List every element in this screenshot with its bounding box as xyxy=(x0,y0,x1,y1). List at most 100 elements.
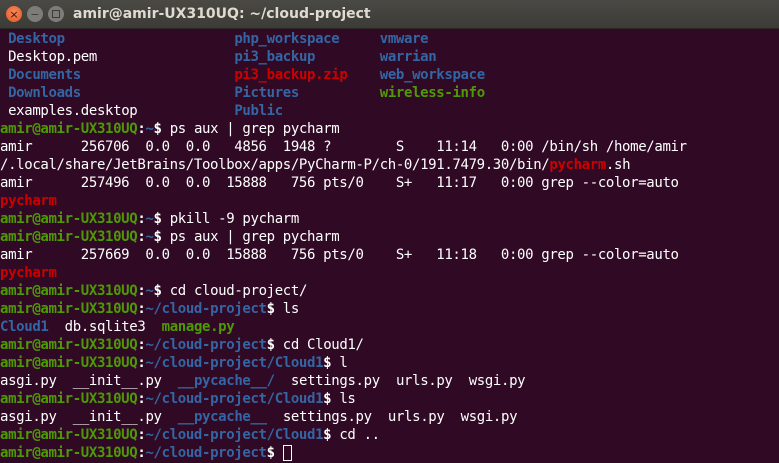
listing-entry: pi3_backup.zip xyxy=(234,67,348,83)
prompt-line: amir@amir-UX310UQ:~/cloud-project$ cd Cl… xyxy=(0,336,779,354)
maximize-icon xyxy=(52,10,60,18)
prompt-line: amir@amir-UX310UQ:~/cloud-project$ ls xyxy=(0,300,779,318)
file-entry: urls.py xyxy=(395,373,453,389)
prompt-line: amir@amir-UX310UQ:~/cloud-project/Cloud1… xyxy=(0,354,779,372)
listing-entry: pi3_backup xyxy=(234,49,316,65)
prompt-line: amir@amir-UX310UQ:~$ cd cloud-project/ xyxy=(0,282,779,300)
file-entry: settings.py xyxy=(290,373,380,389)
grep-match-line: pycharm xyxy=(0,265,57,281)
file-entry: urls.py xyxy=(387,409,445,425)
prompt-line: amir@amir-UX310UQ:~$ ps aux | grep pycha… xyxy=(0,228,779,246)
output-line: amir 257669 0.0 0.0 15888 756 pts/0 S+ 1… xyxy=(0,247,679,263)
prompt-user: amir@amir-UX310UQ xyxy=(0,427,138,443)
title-bar[interactable]: × − amir@amir-UX310UQ: ~/cloud-project xyxy=(0,0,779,29)
current-prompt-line[interactable]: amir@amir-UX310UQ:~/cloud-project$ xyxy=(0,444,779,462)
command-text: cd .. xyxy=(339,427,380,443)
ls-output: Cloud1 db.sqlite3 manage.py xyxy=(0,318,779,336)
window-title: amir@amir-UX310UQ: ~/cloud-project xyxy=(73,6,371,22)
command-text: ls xyxy=(282,301,300,317)
prompt-dollar: $ xyxy=(323,427,340,443)
prompt-line: amir@amir-UX310UQ:~/cloud-project/Cloud1… xyxy=(0,390,779,408)
listing-entry: web_workspace xyxy=(379,67,485,83)
file-entry: db.sqlite3 xyxy=(64,319,146,335)
minimize-icon: − xyxy=(30,7,40,21)
listing-row: examples.desktop Public xyxy=(0,102,779,120)
prompt-user: amir@amir-UX310UQ xyxy=(0,445,138,461)
prompt-dollar: $ xyxy=(323,355,340,371)
dir-entry: __pycache__ xyxy=(177,409,267,425)
command-text: cd Cloud1/ xyxy=(282,337,364,353)
output-line: amir 256706 0.0 0.0 4856 1948 ? S 11:14 … xyxy=(0,139,687,155)
listing-entry: warrian xyxy=(379,49,437,65)
prompt-dollar: $ xyxy=(153,229,170,245)
file-entry: wsgi.py xyxy=(460,409,518,425)
text-cursor[interactable] xyxy=(282,445,292,461)
prompt-dollar: $ xyxy=(153,121,170,137)
prompt-path: ~ xyxy=(145,229,154,245)
prompt-path: ~/cloud-project/Cloud1 xyxy=(145,427,324,443)
minimize-button[interactable]: − xyxy=(27,6,43,22)
prompt-path: ~ xyxy=(145,121,154,137)
listing-entry: Downloads xyxy=(8,85,81,101)
prompt-path: ~/cloud-project xyxy=(145,337,267,353)
file-entry: asgi.py xyxy=(0,409,57,425)
listing-entry: php_workspace xyxy=(234,31,340,47)
listing-entry: Public xyxy=(234,103,283,119)
file-entry: __init__.py xyxy=(72,373,162,389)
maximize-button[interactable] xyxy=(48,6,64,22)
exec-entry: manage.py xyxy=(161,319,235,335)
prompt-dollar: $ xyxy=(266,445,283,461)
prompt-line: amir@amir-UX310UQ:~$ ps aux | grep pycha… xyxy=(0,120,779,138)
command-text: ps aux | grep pycharm xyxy=(169,121,340,137)
ls-output: asgi.py __init__.py __pycache__ settings… xyxy=(0,408,779,426)
prompt-user: amir@amir-UX310UQ xyxy=(0,301,138,317)
command-text: ls xyxy=(339,391,356,407)
dir-entry: Cloud1 xyxy=(0,319,49,335)
prompt-path: ~ xyxy=(145,283,154,299)
dir-entry: __pycache__/ xyxy=(177,373,275,389)
prompt-path: ~/cloud-project/Cloud1 xyxy=(145,391,324,407)
prompt-dollar: $ xyxy=(323,391,340,407)
listing-entry: Documents xyxy=(8,67,81,83)
file-entry: settings.py xyxy=(282,409,372,425)
close-button[interactable]: × xyxy=(6,6,22,22)
listing-row: Desktop.pem pi3_backup warrian xyxy=(0,48,779,66)
listing-entry: Desktop xyxy=(8,31,65,47)
listing-row: Desktop php_workspace vmware xyxy=(0,30,779,48)
prompt-line: amir@amir-UX310UQ:~$ pkill -9 pycharm xyxy=(0,210,779,228)
file-entry: __init__.py xyxy=(72,409,162,425)
file-entry: asgi.py xyxy=(0,373,57,389)
command-text: pkill -9 pycharm xyxy=(169,211,300,227)
output-text: .sh xyxy=(605,157,631,173)
prompt-user: amir@amir-UX310UQ xyxy=(0,283,138,299)
prompt-path: ~/cloud-project xyxy=(145,301,267,317)
listing-entry: Pictures xyxy=(234,85,299,101)
prompt-dollar: $ xyxy=(153,283,170,299)
command-text: cd cloud-project/ xyxy=(169,283,308,299)
prompt-line: amir@amir-UX310UQ:~/cloud-project/Cloud1… xyxy=(0,426,779,444)
output-line: /.local/share/JetBrains/Toolbox/apps/PyC… xyxy=(0,156,779,174)
grep-match-line: pycharm xyxy=(0,193,57,209)
listing-entry: wireless-info xyxy=(379,85,485,101)
command-text: l xyxy=(339,355,348,371)
command-text: ps aux | grep pycharm xyxy=(169,229,340,245)
listing-entry: examples.desktop xyxy=(8,103,138,119)
listing-entry: vmware xyxy=(379,31,429,47)
terminal-window: × − amir@amir-UX310UQ: ~/cloud-project D… xyxy=(0,0,779,462)
prompt-user: amir@amir-UX310UQ xyxy=(0,211,138,227)
prompt-user: amir@amir-UX310UQ xyxy=(0,229,138,245)
output-line: amir 257496 0.0 0.0 15888 756 pts/0 S+ 1… xyxy=(0,175,679,191)
prompt-path: ~/cloud-project xyxy=(145,445,267,461)
grep-match: pycharm xyxy=(549,157,606,173)
prompt-user: amir@amir-UX310UQ xyxy=(0,355,138,371)
prompt-user: amir@amir-UX310UQ xyxy=(0,337,138,353)
prompt-path: ~/cloud-project/Cloud1 xyxy=(145,355,324,371)
prompt-dollar: $ xyxy=(266,301,283,317)
output-text: /.local/share/JetBrains/Toolbox/apps/PyC… xyxy=(0,157,550,173)
prompt-user: amir@amir-UX310UQ xyxy=(0,121,138,137)
terminal-output[interactable]: Desktop php_workspace vmware Desktop.pem… xyxy=(0,29,779,463)
listing-row: Documents pi3_backup.zip web_workspace xyxy=(0,66,779,84)
close-icon: × xyxy=(9,7,19,21)
prompt-path: ~ xyxy=(145,211,154,227)
file-entry: wsgi.py xyxy=(468,373,526,389)
